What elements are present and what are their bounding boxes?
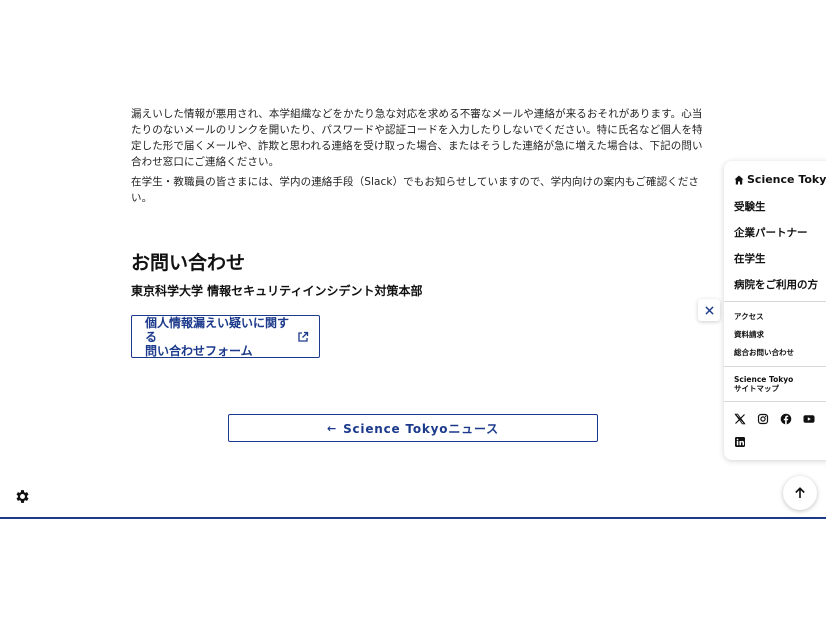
sidebar-item-partners[interactable]: 企業パートナー	[734, 225, 808, 240]
sidebar-divider	[724, 401, 826, 402]
x-icon[interactable]	[734, 413, 746, 425]
sidebar-brand-label: Science Tokyo	[747, 173, 826, 186]
sidebar-home-link[interactable]: Science Tokyo	[734, 173, 826, 186]
arrow-left-icon: ←	[327, 421, 338, 435]
home-icon	[734, 175, 744, 184]
contact-heading: お問い合わせ	[131, 252, 246, 274]
notice-paragraph: 漏えいした情報が悪用され、本学組織などをかたり急な対応を求める不審なメールや連絡…	[131, 108, 703, 168]
sidebar-close-button[interactable]	[698, 299, 720, 321]
linkedin-icon[interactable]	[734, 436, 746, 448]
gear-icon[interactable]	[14, 488, 31, 505]
youtube-icon[interactable]	[803, 413, 815, 425]
page: 漏えいした情報が悪用され、本学組織などをかたり急な対応を求める不審なメールや連絡…	[0, 0, 826, 620]
sidebar-link-contact[interactable]: 総合お問い合わせ	[734, 347, 794, 358]
inquiry-form-link[interactable]: 個人情報漏えい疑いに関する 問い合わせフォーム	[131, 315, 320, 358]
sidebar-link-sitemap[interactable]: Science Tokyo サイトマップ	[734, 375, 793, 393]
sidebar-item-applicants[interactable]: 受験生	[734, 199, 766, 214]
sidebar-divider	[724, 301, 826, 302]
close-icon	[704, 305, 714, 315]
external-link-icon	[298, 331, 309, 342]
contact-organization: 東京科学大学 情報セキュリティインシデント対策本部	[131, 284, 423, 298]
arrow-up-icon	[795, 487, 805, 498]
inquiry-form-label: 個人情報漏えい疑いに関する 問い合わせフォーム	[145, 315, 290, 358]
sidebar-link-brochure[interactable]: 資料請求	[734, 329, 764, 340]
sidebar-item-students[interactable]: 在学生	[734, 251, 766, 266]
blank-area	[0, 519, 826, 620]
science-tokyo-news-button[interactable]: ← Science Tokyoニュース	[228, 414, 598, 442]
main-content: 漏えいした情報が悪用され、本学組織などをかたり急な対応を求める不審なメールや連絡…	[0, 0, 826, 517]
facebook-icon[interactable]	[780, 413, 792, 425]
news-button-label: Science Tokyoニュース	[343, 421, 499, 436]
back-to-top-button[interactable]	[783, 476, 817, 510]
sidebar-link-access[interactable]: アクセス	[734, 311, 764, 322]
floating-sidebar: Science Tokyo 受験生 企業パートナー 在学生 病院をご利用の方 ア…	[724, 161, 826, 460]
sidebar-item-hospital[interactable]: 病院をご利用の方	[734, 277, 818, 292]
slack-notice-paragraph: 在学生・教職員の皆さまには、学内の連絡手段（Slack）でもお知らせしていますの…	[131, 176, 700, 204]
sidebar-divider	[724, 366, 826, 367]
instagram-icon[interactable]	[757, 413, 769, 425]
